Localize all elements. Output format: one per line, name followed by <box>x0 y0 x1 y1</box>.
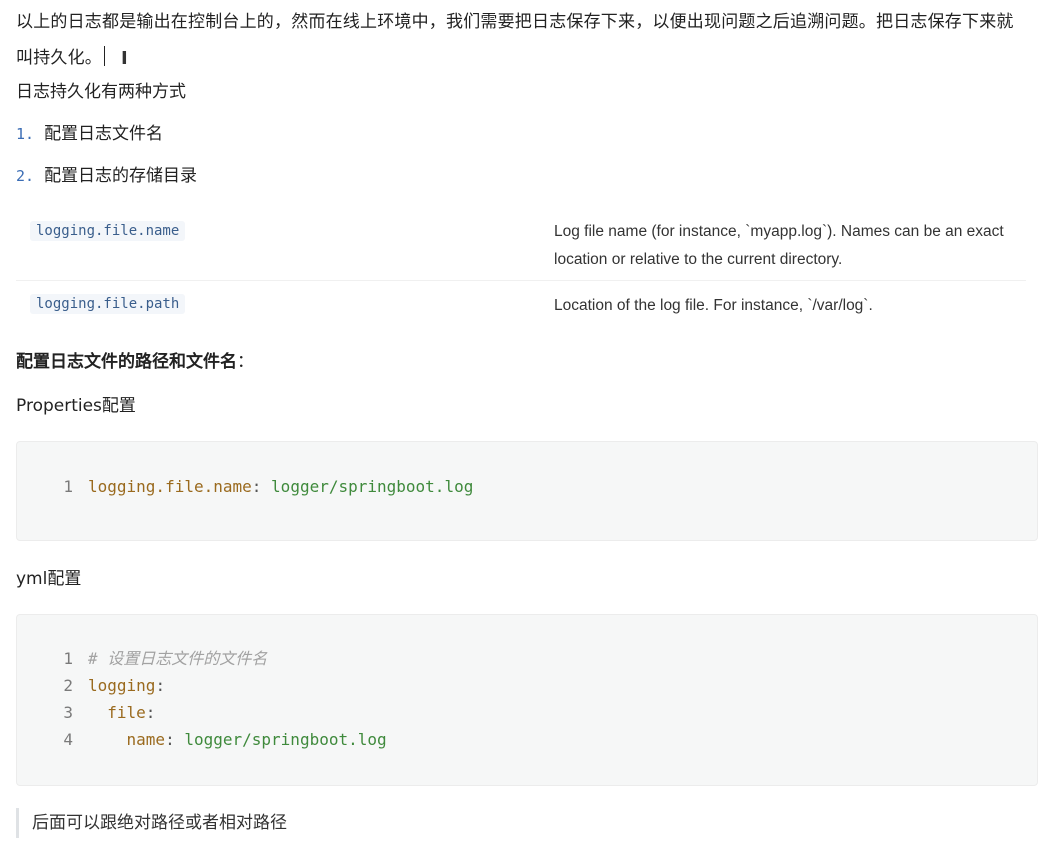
section-heading-text: 配置日志文件的路径和文件名 <box>16 352 237 372</box>
text-cursor-icon: I <box>121 48 128 69</box>
property-key: logging.file.name <box>30 221 186 241</box>
properties-table: logging.file.name Log file name (for ins… <box>16 206 1026 327</box>
property-description: Location of the log file. For instance, … <box>554 297 873 314</box>
document-body: 以上的日志都是输出在控制台上的，然而在线上环境中，我们需要把日志保存下来，以便出… <box>16 0 1039 838</box>
code-line: 4 name: logger/springboot.log <box>17 726 387 753</box>
code-separator: : <box>155 676 166 695</box>
code-line: 1 logging.file.name: logger/springboot.lo… <box>17 473 473 500</box>
code-value: logger/springboot.log <box>271 477 474 496</box>
code-key: name <box>126 730 166 749</box>
code-key: file <box>107 703 146 722</box>
properties-code-block[interactable]: 1 logging.file.name: logger/springboot.lo… <box>16 441 1038 541</box>
code-comment: # 设置日志文件的文件名 <box>88 649 268 668</box>
line-number: 4 <box>63 730 73 749</box>
list-item-2: 2. 配置日志的存储目录 <box>16 164 197 188</box>
line-number: 1 <box>63 649 73 668</box>
list-number: 1. <box>16 125 35 143</box>
blockquote-note: 后面可以跟绝对路径或者相对路径 <box>16 808 287 838</box>
code-line: 2 logging: <box>17 672 165 699</box>
list-number: 2. <box>16 167 35 185</box>
code-key: logging.file.name <box>88 477 252 496</box>
intro-paragraph[interactable]: 以上的日志都是输出在控制台上的，然而在线上环境中，我们需要把日志保存下来，以便出… <box>16 0 1028 77</box>
property-description: Log file name (for instance, `myapp.log`… <box>554 223 1004 268</box>
line-number: 2 <box>63 676 73 695</box>
list-item-label: 配置日志的存储目录 <box>44 166 198 186</box>
note-text: 后面可以跟绝对路径或者相对路径 <box>32 813 287 833</box>
code-separator: : <box>251 477 262 496</box>
yml-label: yml配置 <box>16 569 82 589</box>
code-separator: : <box>165 730 175 749</box>
intro-text: 以上的日志都是输出在控制台上的，然而在线上环境中，我们需要把日志保存下来，以便出… <box>16 12 1014 68</box>
section-heading: 配置日志文件的路径和文件名： <box>16 350 254 374</box>
section-heading-colon: ： <box>237 352 254 372</box>
yml-code-block[interactable]: 1 # 设置日志文件的文件名 2 logging: 3 file: 4 name: … <box>16 614 1038 786</box>
list-item-label: 配置日志文件名 <box>44 124 164 144</box>
text-caret <box>104 46 105 66</box>
line-number: 1 <box>63 477 73 496</box>
line-number: 3 <box>63 703 73 722</box>
code-separator: : <box>145 703 156 722</box>
list-item-1: 1. 配置日志文件名 <box>16 122 163 146</box>
property-key: logging.file.path <box>30 294 186 314</box>
code-value: logger/springboot.log <box>184 730 387 749</box>
code-line: 3 file: <box>17 699 155 726</box>
persist-intro: 日志持久化有两种方式 <box>16 82 186 102</box>
code-key: logging <box>88 676 156 695</box>
properties-label: Properties配置 <box>16 396 136 416</box>
code-line: 1 # 设置日志文件的文件名 <box>17 645 267 672</box>
